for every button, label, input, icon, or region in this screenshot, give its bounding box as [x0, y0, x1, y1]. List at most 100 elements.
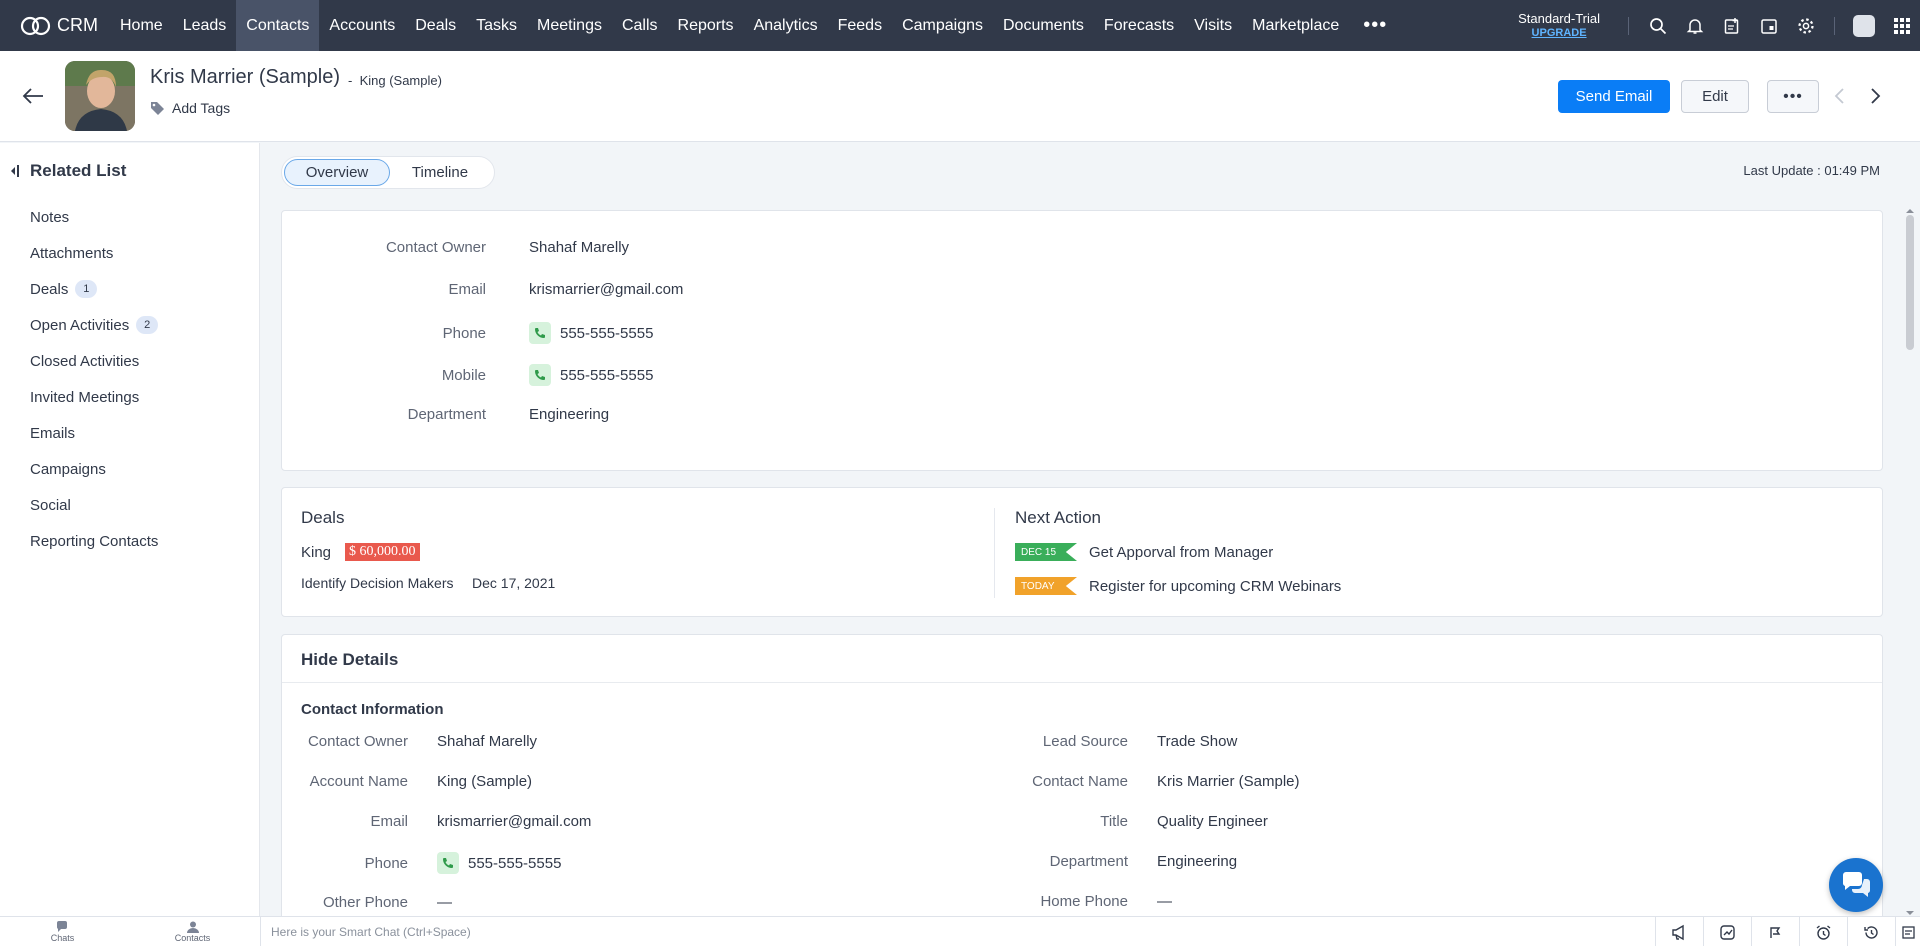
bell-icon[interactable] — [1676, 0, 1713, 51]
field-value[interactable]: — — [437, 894, 452, 911]
calendar-icon[interactable] — [1750, 0, 1787, 51]
chat-widget-button[interactable] — [1829, 858, 1883, 912]
history-button[interactable] — [1847, 917, 1895, 946]
deal-name[interactable]: King — [301, 544, 331, 561]
related-item-campaigns[interactable]: Campaigns — [30, 451, 158, 487]
tab-forecasts[interactable]: Forecasts — [1094, 0, 1184, 51]
related-list-header[interactable]: Related List — [8, 161, 126, 181]
tab-reports[interactable]: Reports — [668, 0, 744, 51]
email-link[interactable]: krismarrier@gmail.com — [437, 813, 591, 830]
email-link[interactable]: krismarrier@gmail.com — [529, 281, 683, 298]
search-icon[interactable] — [1639, 0, 1676, 51]
due-flag: DEC 15 — [1015, 543, 1077, 561]
related-item-social[interactable]: Social — [30, 487, 158, 523]
field-value[interactable]: Trade Show — [1157, 733, 1237, 750]
related-item-attachments[interactable]: Attachments — [30, 235, 158, 271]
phone-icon[interactable] — [529, 364, 551, 386]
tab-campaigns[interactable]: Campaigns — [892, 0, 993, 51]
upgrade-link[interactable]: UPGRADE — [1518, 26, 1600, 41]
tab-analytics[interactable]: Analytics — [744, 0, 828, 51]
recent-items-button[interactable] — [1751, 917, 1799, 946]
contacts-button[interactable]: Contacts — [125, 917, 260, 946]
record-account-name[interactable]: King (Sample) — [360, 73, 442, 88]
tab-calls[interactable]: Calls — [612, 0, 668, 51]
tab-timeline[interactable]: Timeline — [390, 159, 490, 186]
field-value[interactable]: Shahaf Marelly — [437, 733, 537, 750]
tab-marketplace[interactable]: Marketplace — [1242, 0, 1349, 51]
detail-home-phone: Home Phone — — [982, 893, 1172, 910]
field-contact-owner: Contact Owner Shahaf Marelly — [301, 239, 629, 256]
tab-meetings[interactable]: Meetings — [527, 0, 612, 51]
tab-overview[interactable]: Overview — [284, 159, 390, 186]
scrollbar-thumb[interactable] — [1906, 215, 1914, 350]
tab-documents[interactable]: Documents — [993, 0, 1094, 51]
edit-button[interactable]: Edit — [1681, 80, 1749, 113]
field-value[interactable]: Engineering — [1157, 853, 1237, 870]
contact-photo[interactable] — [65, 61, 135, 131]
account-link[interactable]: King (Sample) — [437, 773, 532, 790]
add-tags-button[interactable]: Add Tags — [150, 100, 230, 116]
module-tabs: Home Leads Contacts Accounts Deals Tasks… — [110, 0, 1401, 51]
phone-value[interactable]: 555-555-5555 — [468, 855, 561, 872]
tab-visits[interactable]: Visits — [1184, 0, 1242, 51]
send-email-button[interactable]: Send Email — [1558, 80, 1670, 113]
related-item-reporting-contacts[interactable]: Reporting Contacts — [30, 523, 158, 559]
mobile-value[interactable]: 555-555-5555 — [560, 367, 653, 384]
smart-chat-input[interactable]: Here is your Smart Chat (Ctrl+Space) — [260, 917, 1655, 946]
reminders-button[interactable] — [1799, 917, 1847, 946]
previous-record-icon[interactable] — [1832, 87, 1848, 105]
phone-icon[interactable] — [529, 322, 551, 344]
next-action-item[interactable]: TODAY Register for upcoming CRM Webinars — [1015, 577, 1341, 595]
tab-accounts[interactable]: Accounts — [319, 0, 405, 51]
hide-details-toggle[interactable]: Hide Details — [301, 650, 398, 670]
field-value[interactable]: — — [1157, 893, 1172, 910]
tab-deals[interactable]: Deals — [405, 0, 466, 51]
field-value[interactable]: Engineering — [529, 406, 609, 423]
scroll-up-icon[interactable] — [1904, 207, 1916, 215]
related-item-label: Deals — [30, 280, 69, 298]
announcement-button[interactable] — [1655, 917, 1703, 946]
related-item-invited-meetings[interactable]: Invited Meetings — [30, 379, 158, 415]
related-item-open-activities[interactable]: Open Activities 2 — [30, 307, 159, 343]
back-arrow-icon[interactable] — [22, 87, 44, 105]
field-value[interactable]: Quality Engineer — [1157, 813, 1268, 830]
bottom-tools — [1655, 917, 1920, 946]
more-tabs-button[interactable]: ••• — [1349, 14, 1401, 37]
more-actions-button[interactable]: ••• — [1767, 80, 1819, 113]
action-text[interactable]: Register for upcoming CRM Webinars — [1089, 578, 1341, 595]
signals-button[interactable] — [1703, 917, 1751, 946]
chats-button[interactable]: Chats — [0, 917, 125, 946]
page-scrollbar[interactable] — [1904, 207, 1916, 917]
tab-leads[interactable]: Leads — [173, 0, 237, 51]
gear-icon[interactable] — [1787, 0, 1824, 51]
related-item-notes[interactable]: Notes — [30, 199, 158, 235]
record-account[interactable]: - King (Sample) — [348, 73, 442, 88]
related-item-closed-activities[interactable]: Closed Activities — [30, 343, 158, 379]
add-record-icon[interactable] — [1713, 0, 1750, 51]
collapse-sidebar-icon[interactable] — [8, 163, 22, 179]
deals-title: Deals — [301, 508, 345, 527]
field-value[interactable]: Kris Marrier (Sample) — [1157, 773, 1300, 790]
next-action-item[interactable]: DEC 15 Get Apporval from Manager — [1015, 543, 1273, 561]
related-item-label: Campaigns — [30, 460, 106, 478]
action-text[interactable]: Get Apporval from Manager — [1089, 544, 1273, 561]
related-item-deals[interactable]: Deals 1 — [30, 271, 158, 307]
notes-button[interactable] — [1895, 917, 1920, 946]
tab-feeds[interactable]: Feeds — [828, 0, 892, 51]
phone-icon[interactable] — [437, 852, 459, 874]
related-item-emails[interactable]: Emails — [30, 415, 158, 451]
field-value[interactable]: Shahaf Marelly — [529, 239, 629, 256]
summary-card: Contact Owner Shahaf Marelly Email krism… — [281, 210, 1883, 471]
chat-bubbles-icon — [1842, 872, 1871, 897]
detail-account-name: Account Name King (Sample) — [282, 773, 532, 790]
next-record-icon[interactable] — [1867, 87, 1883, 105]
tab-tasks[interactable]: Tasks — [466, 0, 527, 51]
tab-home[interactable]: Home — [110, 0, 173, 51]
apps-grid-icon[interactable] — [1883, 0, 1920, 51]
phone-value[interactable]: 555-555-5555 — [560, 325, 653, 342]
divider — [1628, 16, 1629, 35]
crm-logo[interactable]: CRM — [0, 0, 110, 51]
user-avatar[interactable] — [1853, 14, 1875, 37]
detail-email: Email krismarrier@gmail.com — [282, 813, 591, 830]
tab-contacts[interactable]: Contacts — [236, 0, 320, 51]
